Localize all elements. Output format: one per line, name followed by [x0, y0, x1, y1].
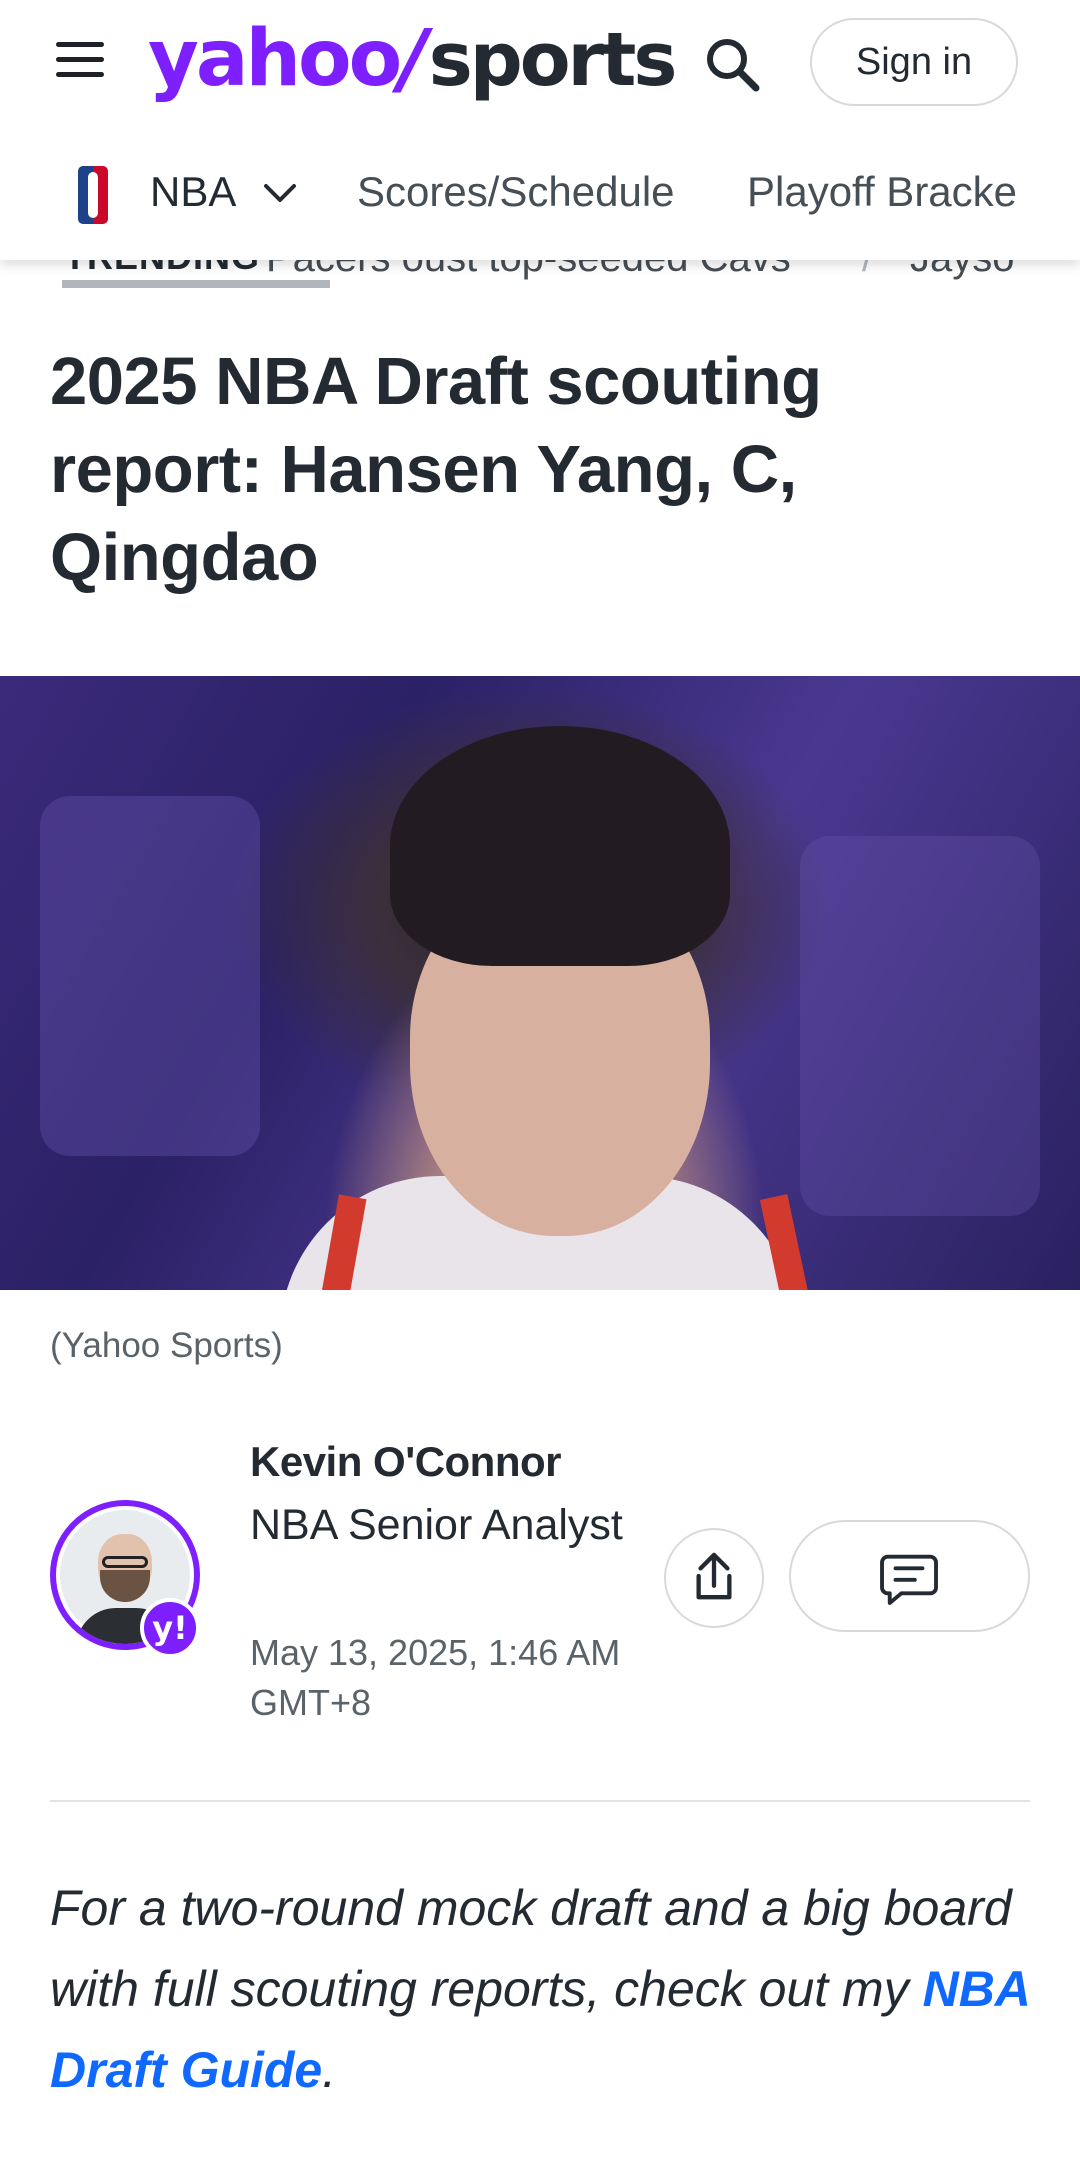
author-role: NBA Senior Analyst: [250, 1501, 623, 1549]
search-icon[interactable]: [700, 32, 764, 96]
nav-item-playoff-bracket[interactable]: Playoff Bracke: [747, 168, 1017, 216]
nba-logo-icon[interactable]: [78, 166, 108, 224]
chevron-down-icon[interactable]: [262, 178, 298, 208]
intro-text: For a two-round mock draft and a big boa…: [50, 1880, 1012, 2017]
article-hero-image[interactable]: [0, 676, 1080, 1290]
sports-subnav: NBA Scores/Schedule Playoff Bracke: [0, 124, 1080, 260]
nav-item-nba[interactable]: NBA: [150, 168, 236, 216]
article-intro: For a two-round mock draft and a big boa…: [50, 1868, 1040, 2111]
logo-slash-text: /: [399, 14, 427, 104]
intro-text-end: .: [322, 2042, 337, 2098]
share-button[interactable]: [664, 1528, 764, 1628]
logo-yahoo-text: yahoo: [148, 14, 402, 104]
share-icon: [696, 1552, 732, 1600]
article-title: 2025 NBA Draft scouting report: Hansen Y…: [50, 344, 822, 595]
sign-in-button[interactable]: Sign in: [810, 18, 1018, 106]
comment-icon: [880, 1554, 938, 1605]
byline-divider: [50, 1800, 1030, 1802]
logo-sports-text: sports: [428, 17, 678, 103]
author-name[interactable]: Kevin O'Connor: [250, 1438, 562, 1486]
image-caption: (Yahoo Sports): [50, 1326, 283, 1365]
menu-icon[interactable]: [56, 42, 104, 82]
nav-item-scores-schedule[interactable]: Scores/Schedule: [357, 168, 675, 216]
publish-date: May 13, 2025, 1:46 AM GMT+8: [250, 1632, 621, 1723]
site-header: yahoo / sports Sign in: [0, 0, 1080, 124]
yahoo-badge-icon: y!: [140, 1598, 200, 1658]
comments-button[interactable]: [789, 1520, 1030, 1632]
yahoo-sports-logo[interactable]: yahoo / sports: [148, 14, 678, 104]
trending-underline: [62, 280, 330, 288]
